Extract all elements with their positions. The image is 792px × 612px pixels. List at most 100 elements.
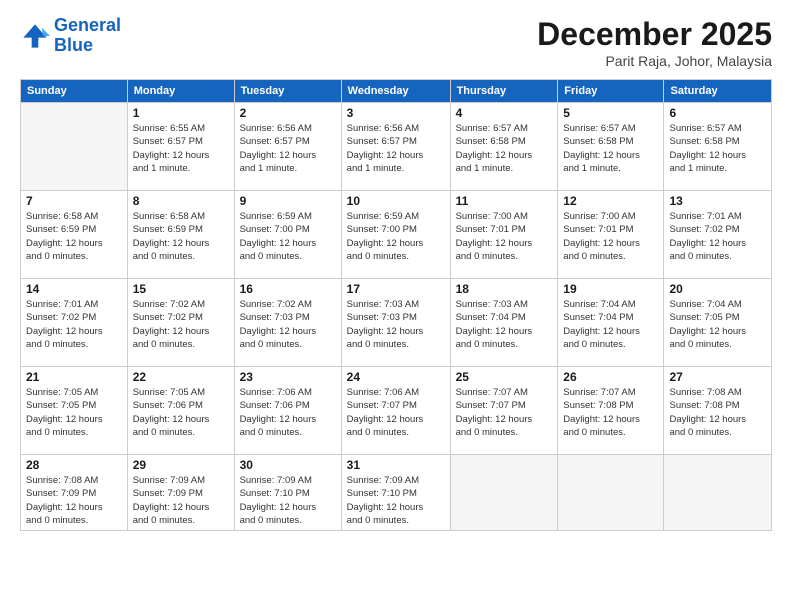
table-row: 5 Sunrise: 6:57 AM Sunset: 6:58 PM Daylig… [558, 103, 664, 191]
table-row: 4 Sunrise: 6:57 AM Sunset: 6:58 PM Daylig… [450, 103, 558, 191]
day-number: 14 [26, 282, 122, 296]
day-number: 22 [133, 370, 229, 384]
day-info: Sunrise: 7:00 AM Sunset: 7:01 PM Dayligh… [563, 210, 658, 263]
table-row: 30Sunrise: 7:09 AM Sunset: 7:10 PM Dayli… [234, 455, 341, 531]
table-row: 22 Sunrise: 7:05 AM Sunset: 7:06 PM Dayli… [127, 367, 234, 455]
col-tuesday: Tuesday [234, 80, 341, 103]
day-number: 15 [133, 282, 229, 296]
calendar: Sunday Monday Tuesday Wednesday Thursday… [20, 79, 772, 531]
day-info: Sunrise: 6:57 AM Sunset: 6:58 PM Dayligh… [669, 122, 766, 175]
calendar-week-row: 21Sunrise: 7:05 AM Sunset: 7:05 PM Dayli… [21, 367, 772, 455]
table-row [21, 103, 128, 191]
table-row: 3 Sunrise: 6:56 AM Sunset: 6:57 PM Daylig… [341, 103, 450, 191]
day-number: 4 [456, 106, 553, 120]
table-row: 13Sunrise: 7:01 AM Sunset: 7:02 PM Dayli… [664, 191, 772, 279]
table-row: 19 Sunrise: 7:04 AM Sunset: 7:04 PM Dayli… [558, 279, 664, 367]
table-row [664, 455, 772, 531]
table-row: 26Sunrise: 7:07 AM Sunset: 7:08 PM Dayli… [558, 367, 664, 455]
day-number: 19 [563, 282, 658, 296]
day-info: Sunrise: 6:57 AM Sunset: 6:58 PM Dayligh… [456, 122, 553, 175]
day-info: Sunrise: 7:05 AM Sunset: 7:05 PM Dayligh… [26, 386, 122, 439]
day-number: 24 [347, 370, 445, 384]
day-info: Sunrise: 7:03 AM Sunset: 7:03 PM Dayligh… [347, 298, 445, 351]
day-info: Sunrise: 6:59 AM Sunset: 7:00 PM Dayligh… [240, 210, 336, 263]
day-number: 11 [456, 194, 553, 208]
table-row: 9 Sunrise: 6:59 AM Sunset: 7:00 PM Daylig… [234, 191, 341, 279]
day-number: 1 [133, 106, 229, 120]
day-number: 6 [669, 106, 766, 120]
logo: General Blue [20, 16, 121, 56]
table-row: 14 Sunrise: 7:01 AM Sunset: 7:02 PM Dayli… [21, 279, 128, 367]
day-info: Sunrise: 7:08 AM Sunset: 7:09 PM Dayligh… [26, 474, 122, 527]
day-number: 17 [347, 282, 445, 296]
table-row: 28 Sunrise: 7:08 AM Sunset: 7:09 PM Dayli… [21, 455, 128, 531]
day-info: Sunrise: 7:02 AM Sunset: 7:02 PM Dayligh… [133, 298, 229, 351]
table-row: 8Sunrise: 6:58 AM Sunset: 6:59 PM Daylig… [127, 191, 234, 279]
table-row: 6 Sunrise: 6:57 AM Sunset: 6:58 PM Daylig… [664, 103, 772, 191]
day-number: 12 [563, 194, 658, 208]
location: Parit Raja, Johor, Malaysia [537, 53, 772, 69]
day-number: 16 [240, 282, 336, 296]
day-info: Sunrise: 7:09 AM Sunset: 7:10 PM Dayligh… [240, 474, 336, 527]
logo-icon [20, 21, 50, 51]
day-info: Sunrise: 6:58 AM Sunset: 6:59 PM Dayligh… [26, 210, 122, 263]
day-number: 2 [240, 106, 336, 120]
table-row: 18 Sunrise: 7:03 AM Sunset: 7:04 PM Dayli… [450, 279, 558, 367]
table-row: 20 Sunrise: 7:04 AM Sunset: 7:05 PM Dayli… [664, 279, 772, 367]
day-info: Sunrise: 7:07 AM Sunset: 7:07 PM Dayligh… [456, 386, 553, 439]
day-info: Sunrise: 7:02 AM Sunset: 7:03 PM Dayligh… [240, 298, 336, 351]
col-saturday: Saturday [664, 80, 772, 103]
month-title: December 2025 [537, 16, 772, 53]
day-info: Sunrise: 7:03 AM Sunset: 7:04 PM Dayligh… [456, 298, 553, 351]
table-row: 21Sunrise: 7:05 AM Sunset: 7:05 PM Dayli… [21, 367, 128, 455]
col-monday: Monday [127, 80, 234, 103]
day-info: Sunrise: 7:05 AM Sunset: 7:06 PM Dayligh… [133, 386, 229, 439]
logo-text: General Blue [54, 16, 121, 56]
table-row: 16 Sunrise: 7:02 AM Sunset: 7:03 PM Dayli… [234, 279, 341, 367]
day-info: Sunrise: 7:01 AM Sunset: 7:02 PM Dayligh… [26, 298, 122, 351]
table-row: 11 Sunrise: 7:00 AM Sunset: 7:01 PM Dayli… [450, 191, 558, 279]
day-info: Sunrise: 7:00 AM Sunset: 7:01 PM Dayligh… [456, 210, 553, 263]
day-number: 10 [347, 194, 445, 208]
table-row: 25 Sunrise: 7:07 AM Sunset: 7:07 PM Dayli… [450, 367, 558, 455]
day-number: 28 [26, 458, 122, 472]
day-info: Sunrise: 7:08 AM Sunset: 7:08 PM Dayligh… [669, 386, 766, 439]
day-number: 31 [347, 458, 445, 472]
calendar-week-row: 7 Sunrise: 6:58 AM Sunset: 6:59 PM Daylig… [21, 191, 772, 279]
day-number: 18 [456, 282, 553, 296]
day-number: 8 [133, 194, 229, 208]
day-info: Sunrise: 7:06 AM Sunset: 7:07 PM Dayligh… [347, 386, 445, 439]
table-row: 15 Sunrise: 7:02 AM Sunset: 7:02 PM Dayli… [127, 279, 234, 367]
table-row: 17 Sunrise: 7:03 AM Sunset: 7:03 PM Dayli… [341, 279, 450, 367]
table-row: 2Sunrise: 6:56 AM Sunset: 6:57 PM Daylig… [234, 103, 341, 191]
day-number: 25 [456, 370, 553, 384]
day-number: 5 [563, 106, 658, 120]
table-row: 7 Sunrise: 6:58 AM Sunset: 6:59 PM Daylig… [21, 191, 128, 279]
day-info: Sunrise: 6:57 AM Sunset: 6:58 PM Dayligh… [563, 122, 658, 175]
table-row: 1Sunrise: 6:55 AM Sunset: 6:57 PM Daylig… [127, 103, 234, 191]
table-row: 10 Sunrise: 6:59 AM Sunset: 7:00 PM Dayli… [341, 191, 450, 279]
table-row: 12 Sunrise: 7:00 AM Sunset: 7:01 PM Dayli… [558, 191, 664, 279]
day-number: 3 [347, 106, 445, 120]
col-wednesday: Wednesday [341, 80, 450, 103]
day-info: Sunrise: 7:07 AM Sunset: 7:08 PM Dayligh… [563, 386, 658, 439]
calendar-header-row: Sunday Monday Tuesday Wednesday Thursday… [21, 80, 772, 103]
table-row: 27Sunrise: 7:08 AM Sunset: 7:08 PM Dayli… [664, 367, 772, 455]
table-row: 31 Sunrise: 7:09 AM Sunset: 7:10 PM Dayli… [341, 455, 450, 531]
day-number: 7 [26, 194, 122, 208]
day-info: Sunrise: 6:59 AM Sunset: 7:00 PM Dayligh… [347, 210, 445, 263]
day-info: Sunrise: 6:56 AM Sunset: 6:57 PM Dayligh… [347, 122, 445, 175]
table-row: 24 Sunrise: 7:06 AM Sunset: 7:07 PM Dayli… [341, 367, 450, 455]
col-sunday: Sunday [21, 80, 128, 103]
day-number: 20 [669, 282, 766, 296]
day-number: 29 [133, 458, 229, 472]
table-row: 23Sunrise: 7:06 AM Sunset: 7:06 PM Dayli… [234, 367, 341, 455]
title-block: December 2025 Parit Raja, Johor, Malaysi… [537, 16, 772, 69]
table-row [558, 455, 664, 531]
day-info: Sunrise: 7:04 AM Sunset: 7:04 PM Dayligh… [563, 298, 658, 351]
calendar-week-row: 14 Sunrise: 7:01 AM Sunset: 7:02 PM Dayli… [21, 279, 772, 367]
day-number: 9 [240, 194, 336, 208]
day-info: Sunrise: 7:09 AM Sunset: 7:10 PM Dayligh… [347, 474, 445, 527]
day-info: Sunrise: 7:04 AM Sunset: 7:05 PM Dayligh… [669, 298, 766, 351]
page: General Blue December 2025 Parit Raja, J… [0, 0, 792, 612]
